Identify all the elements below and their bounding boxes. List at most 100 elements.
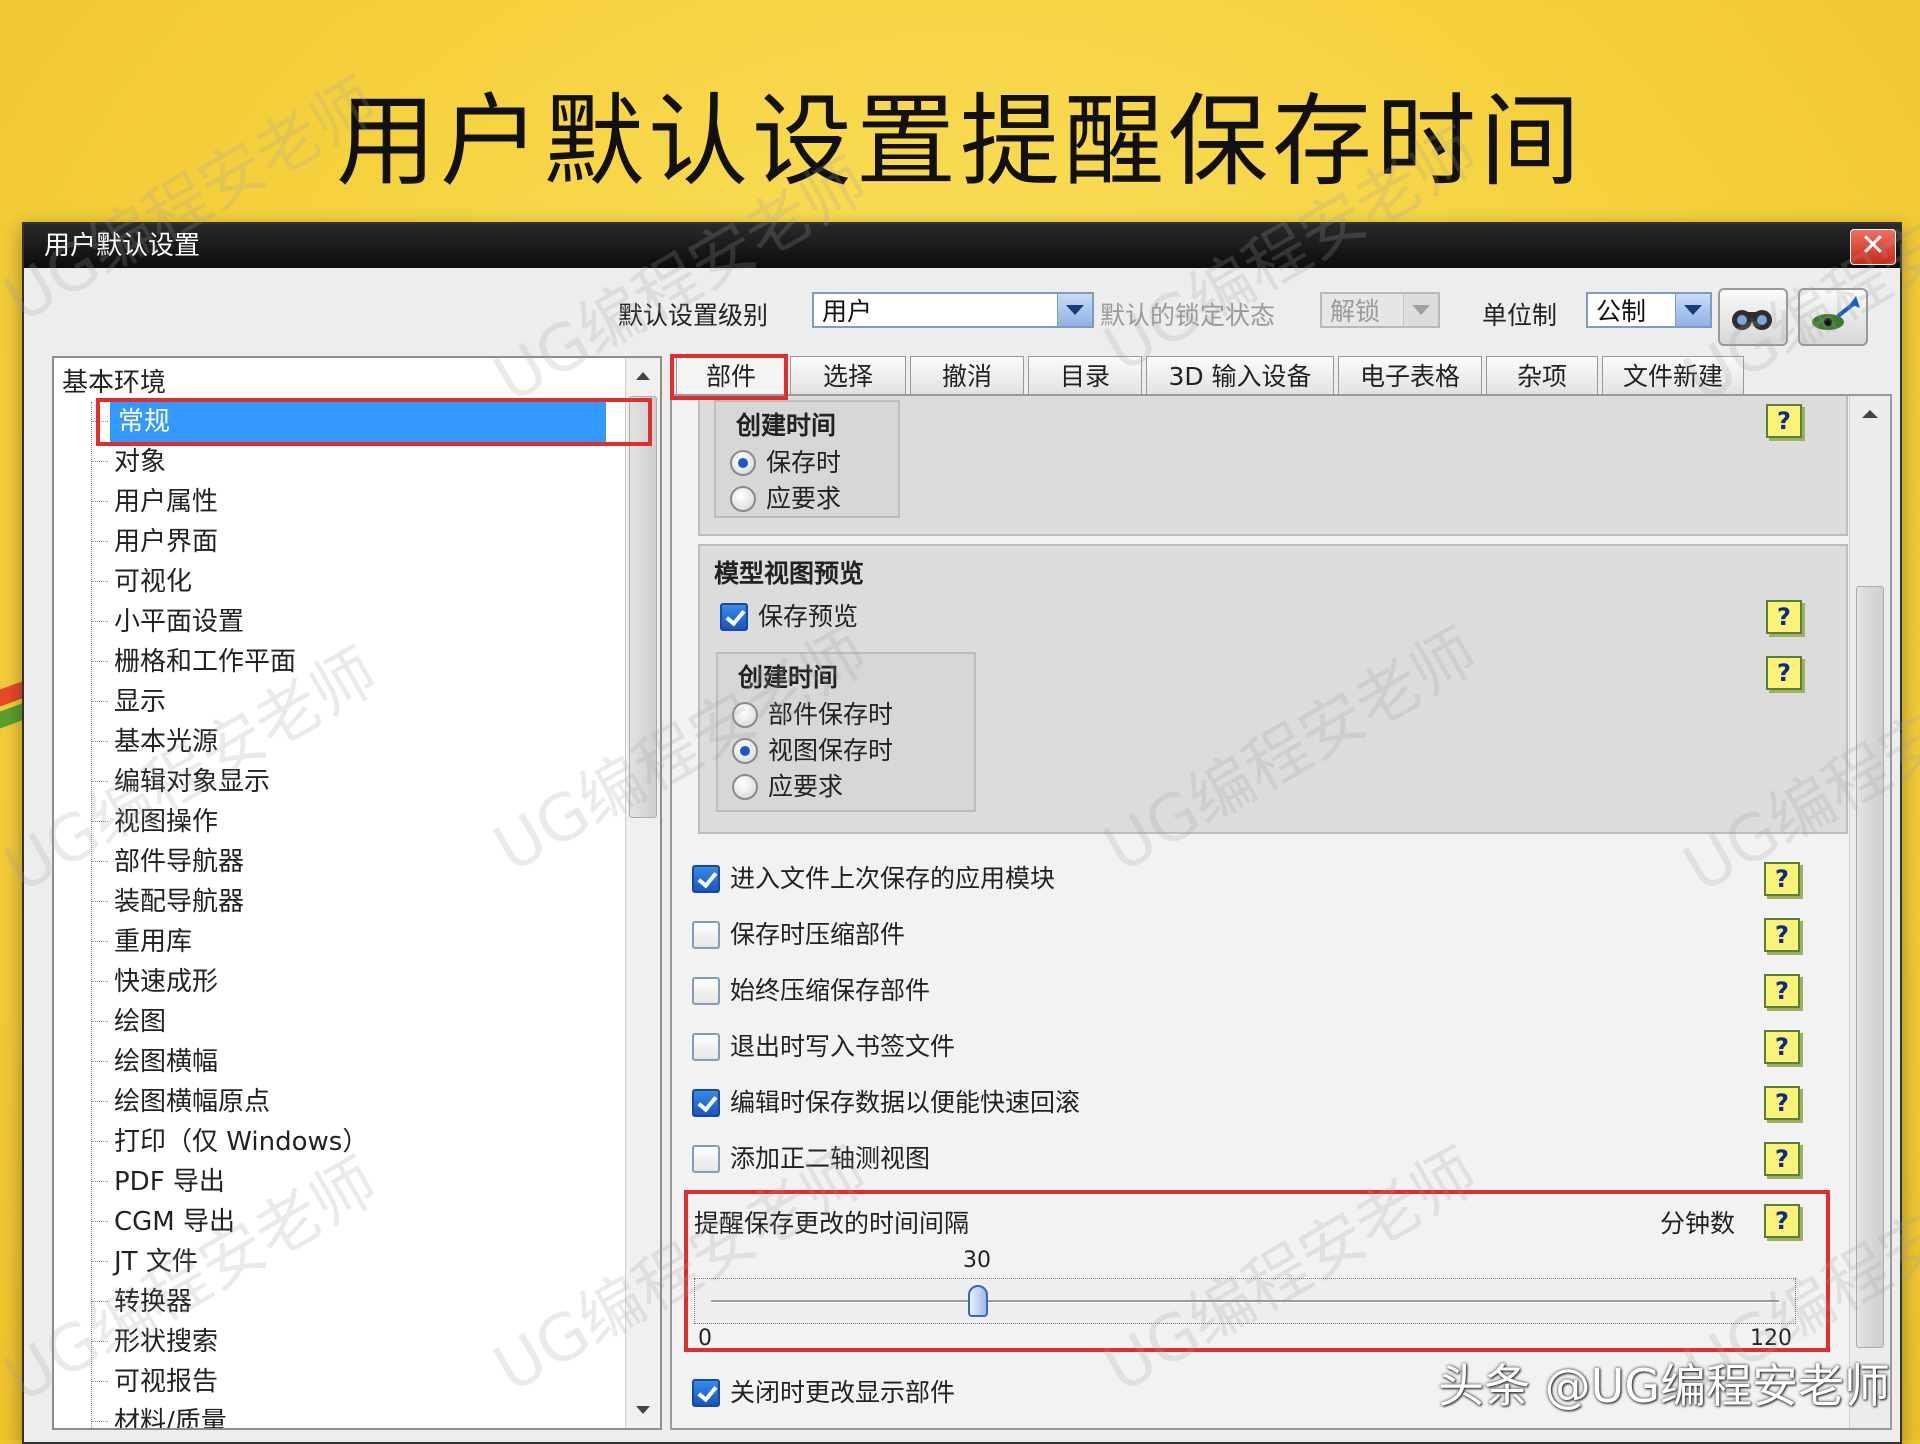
tree-item-label: 快速成形 bbox=[114, 967, 219, 997]
slider-max-label: 120 bbox=[1750, 1326, 1792, 1351]
tree-item-label: 常规 bbox=[110, 402, 606, 442]
chevron-down-icon[interactable] bbox=[1403, 294, 1438, 326]
tree-item[interactable]: 基本光源 bbox=[90, 722, 610, 762]
help-icon[interactable]: ? bbox=[1764, 918, 1800, 952]
help-icon[interactable]: ? bbox=[1764, 1142, 1800, 1176]
creation-time-title: 创建时间 bbox=[736, 411, 837, 440]
tree-item[interactable]: 绘图横幅原点 bbox=[90, 1082, 610, 1122]
checkbox[interactable] bbox=[692, 1033, 720, 1061]
tree-item[interactable]: 常规 bbox=[90, 402, 610, 442]
help-icon[interactable]: ? bbox=[1764, 974, 1800, 1008]
tree-scroll-thumb[interactable] bbox=[629, 396, 657, 818]
tree-item[interactable]: 快速成形 bbox=[90, 962, 610, 1002]
tree-item[interactable]: 编辑对象显示 bbox=[90, 762, 610, 802]
close-button[interactable]: ✕ bbox=[1850, 229, 1896, 265]
checkbox[interactable] bbox=[692, 1145, 720, 1173]
tab-selection[interactable]: 选择 bbox=[790, 356, 906, 396]
lock-select[interactable]: 解锁 bbox=[1320, 292, 1440, 328]
checkbox[interactable] bbox=[692, 921, 720, 949]
slider-thumb[interactable] bbox=[968, 1285, 988, 1317]
tab-spreadsheet[interactable]: 电子表格 bbox=[1338, 356, 1482, 396]
checkbox[interactable] bbox=[692, 1089, 720, 1117]
tree-item[interactable]: 绘图横幅 bbox=[90, 1042, 610, 1082]
tree-item[interactable]: 绘图 bbox=[90, 1002, 610, 1042]
tree-item[interactable]: 装配导航器 bbox=[90, 882, 610, 922]
help-icon[interactable]: ? bbox=[1766, 656, 1802, 690]
tree-connector bbox=[92, 901, 108, 902]
tab-3d-input-devices[interactable]: 3D 输入设备 bbox=[1146, 356, 1334, 396]
panel-scroll-thumb[interactable] bbox=[1856, 586, 1884, 1348]
tree-item[interactable]: 打印（仅 Windows） bbox=[90, 1122, 610, 1162]
tree-connector bbox=[92, 1021, 108, 1022]
tree-item-label: 绘图横幅 bbox=[114, 1047, 219, 1077]
dialog-title: 用户默认设置 bbox=[44, 231, 201, 261]
tree-item[interactable]: 用户界面 bbox=[90, 522, 610, 562]
tree-scrollbar[interactable] bbox=[625, 358, 660, 1428]
tree-item-label: 视图操作 bbox=[114, 807, 219, 837]
help-icon[interactable]: ? bbox=[1764, 1030, 1800, 1064]
tree-item[interactable]: 显示 bbox=[90, 682, 610, 722]
slider-rail bbox=[711, 1300, 1779, 1303]
save-reminder-slider[interactable] bbox=[694, 1278, 1796, 1324]
tree-item[interactable]: 形状搜索 bbox=[90, 1322, 610, 1362]
help-icon[interactable]: ? bbox=[1764, 862, 1800, 896]
help-icon[interactable]: ? bbox=[1766, 404, 1802, 438]
tree-item[interactable]: 栅格和工作平面 bbox=[90, 642, 610, 682]
tree-item[interactable]: 部件导航器 bbox=[90, 842, 610, 882]
help-icon[interactable]: ? bbox=[1764, 1086, 1800, 1120]
radio-button[interactable] bbox=[732, 702, 758, 728]
tree-item[interactable]: 材料/质量 bbox=[90, 1402, 610, 1428]
checkbox[interactable] bbox=[692, 977, 720, 1005]
tree-item[interactable]: JT 文件 bbox=[90, 1242, 610, 1282]
tree-item[interactable]: 用户属性 bbox=[90, 482, 610, 522]
scroll-down-icon[interactable] bbox=[626, 1396, 660, 1426]
tree-item[interactable]: 视图操作 bbox=[90, 802, 610, 842]
tree-item[interactable]: PDF 导出 bbox=[90, 1162, 610, 1202]
panel-scrollbar[interactable] bbox=[1849, 396, 1890, 1428]
preview-creation-time-box: 创建时间 部件保存时 视图保存时 应要求 bbox=[716, 652, 976, 812]
tree-item[interactable]: 可视报告 bbox=[90, 1362, 610, 1402]
tree-item[interactable]: 转换器 bbox=[90, 1282, 610, 1322]
tab-directories[interactable]: 目录 bbox=[1028, 356, 1142, 396]
scroll-up-icon[interactable] bbox=[1850, 398, 1890, 428]
tree-connector bbox=[92, 1181, 108, 1182]
tree-item[interactable]: CGM 导出 bbox=[90, 1202, 610, 1242]
chevron-down-icon[interactable] bbox=[1675, 294, 1710, 326]
chevron-down-icon[interactable] bbox=[1057, 294, 1092, 326]
tree-root-basic-environment[interactable]: 基本环境 bbox=[62, 362, 166, 399]
radio-button[interactable] bbox=[732, 738, 758, 764]
radio-button[interactable] bbox=[730, 450, 756, 476]
tab-undo[interactable]: 撤消 bbox=[910, 356, 1024, 396]
radio-button[interactable] bbox=[730, 486, 756, 512]
help-icon[interactable]: ? bbox=[1766, 600, 1802, 634]
tree-connector bbox=[92, 581, 108, 582]
checkbox[interactable] bbox=[692, 1379, 720, 1407]
tree-connector bbox=[92, 1101, 108, 1102]
radio-button[interactable] bbox=[732, 774, 758, 800]
manage-settings-button[interactable] bbox=[1798, 288, 1868, 346]
tree-item[interactable]: 重用库 bbox=[90, 922, 610, 962]
tree-item-label: 打印（仅 Windows） bbox=[114, 1127, 369, 1157]
tree-connector bbox=[92, 741, 108, 742]
tree-connector bbox=[92, 1261, 108, 1262]
tab-misc[interactable]: 杂项 bbox=[1486, 356, 1598, 396]
level-value: 用户 bbox=[822, 297, 873, 326]
preview-creation-time-title: 创建时间 bbox=[738, 663, 839, 692]
tree-item[interactable]: 可视化 bbox=[90, 562, 610, 602]
help-icon[interactable]: ? bbox=[1764, 1204, 1800, 1238]
tree-item-label: 可视化 bbox=[114, 567, 193, 597]
tree-connector bbox=[92, 661, 108, 662]
scroll-up-icon[interactable] bbox=[626, 360, 660, 390]
tree-connector bbox=[92, 461, 108, 462]
find-setting-button[interactable] bbox=[1718, 288, 1788, 346]
tree-item[interactable]: 对象 bbox=[90, 442, 610, 482]
checkbox[interactable] bbox=[692, 865, 720, 893]
tree-connector bbox=[92, 1381, 108, 1382]
checkbox[interactable] bbox=[720, 603, 748, 631]
tree-item[interactable]: 小平面设置 bbox=[90, 602, 610, 642]
tab-file-new[interactable]: 文件新建 bbox=[1602, 356, 1744, 396]
unit-select[interactable]: 公制 bbox=[1586, 292, 1712, 328]
tree-item-label: 编辑对象显示 bbox=[114, 767, 271, 797]
tree-item-label: 基本光源 bbox=[114, 727, 219, 757]
level-select[interactable]: 用户 bbox=[812, 292, 1094, 328]
